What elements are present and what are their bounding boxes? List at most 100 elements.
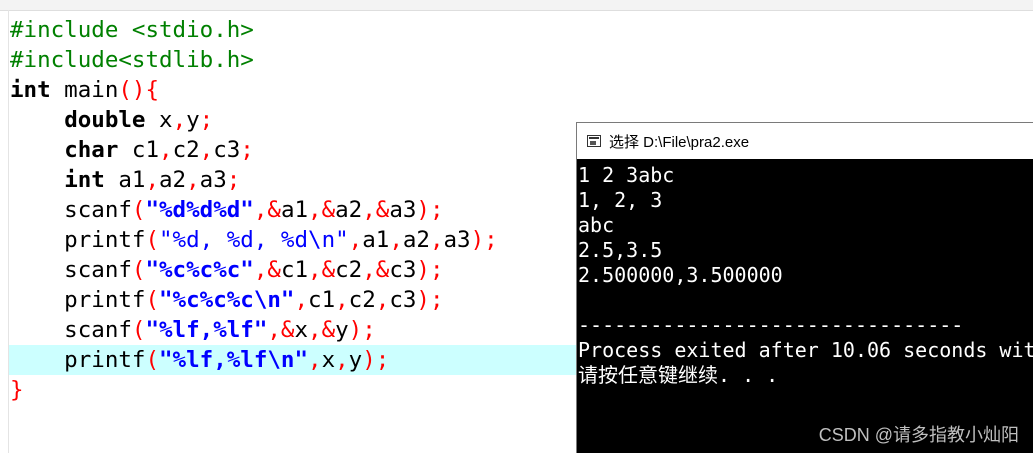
console-output-line: 请按任意键继续. . . [578,363,779,387]
code-line[interactable]: double x,y; [10,105,213,135]
code-token: ,& [362,197,390,223]
console-window[interactable]: 选择 D:\File\pra2.exe 1 2 3abc 1, 2, 3 abc 2.… [576,122,1033,453]
editor-top-bar [0,0,1033,11]
code-token: y [186,107,200,133]
code-token: a1 [362,227,390,253]
console-app-icon [587,135,601,147]
code-token: #include <stdio.h> [10,17,254,43]
code-token: a3 [443,227,471,253]
code-token: ,& [253,197,281,223]
code-token: a3 [199,167,227,193]
code-token: a2 [159,167,187,193]
csdn-watermark: CSDN @请多指教小灿阳 [818,425,1019,445]
code-token: ,& [267,317,295,343]
code-token: c1 [280,257,309,283]
code-token: "%lf,%lf\n" [159,347,309,373]
code-line-current[interactable]: printf("%lf,%lf\n",x,y); [9,345,580,375]
code-token: ( [131,197,146,223]
code-token: ( [145,287,160,313]
code-line[interactable]: #include <stdio.h> [10,15,254,45]
code-token: a2 [335,197,363,223]
code-token: a1 [104,167,146,193]
code-token: ,& [362,257,390,283]
code-token: printf [10,227,146,253]
code-token: c2 [348,287,376,313]
console-output-line: Process exited after 10.06 seconds with … [578,338,1033,362]
code-token: ,& [253,257,281,283]
code-token: x [145,107,173,133]
code-token: int [64,167,105,193]
code-line[interactable]: int main(){ [10,75,159,105]
code-token: y [348,347,363,373]
code-token: , [335,287,349,313]
code-token: ( [145,347,160,373]
code-token: printf [10,347,146,373]
code-token: char [64,137,119,163]
code-token: , [199,137,214,163]
code-token: , [172,107,187,133]
code-token: c1 [308,287,336,313]
code-token: , [335,347,349,373]
code-token: c3 [213,137,241,163]
code-token: c3 [389,257,417,283]
console-output-line: abc [578,213,615,237]
code-token: , [389,227,403,253]
code-token: ; [199,107,214,133]
code-line[interactable]: char c1,c2,c3; [10,135,254,165]
code-token: printf [10,287,146,313]
code-token: ,& [308,317,336,343]
code-token: , [145,167,160,193]
code-token: a2 [402,227,430,253]
code-token: "%lf,%lf" [145,317,268,343]
code-token: "%c%c%c\n" [159,287,295,313]
code-token: , [294,287,309,313]
console-output-line: 1 2 3abc [578,163,675,187]
code-token: , [186,167,200,193]
code-token: c2 [335,257,363,283]
code-line[interactable]: } [10,375,24,405]
console-output-line: 2.5,3.5 [578,238,663,262]
code-token: ; [240,137,254,163]
console-titlebar[interactable]: 选择 D:\File\pra2.exe [577,123,1033,159]
code-token: ); [416,197,444,223]
code-token: } [10,377,24,403]
code-token: scanf [10,257,132,283]
console-output[interactable]: 1 2 3abc 1, 2, 3 abc 2.5,3.5 2.500000,3.5000… [577,159,1033,453]
code-token: a3 [389,197,417,223]
code-line[interactable]: int a1,a2,a3; [10,165,240,195]
console-title: 选择 D:\File\pra2.exe [609,133,750,151]
code-line[interactable]: scanf("%d%d%d",&a1,&a2,&a3); [10,195,444,225]
code-token: , [429,227,444,253]
code-line[interactable]: printf("%c%c%c\n",c1,c2,c3); [10,285,444,315]
code-token: ( [131,257,146,283]
code-line[interactable]: printf("%d, %d, %d\n",a1,a2,a3); [10,225,498,255]
code-token: scanf [10,317,132,343]
code-line[interactable]: scanf("%lf,%lf",&x,&y); [10,315,376,345]
code-token: "%d, %d, %d\n" [159,227,349,253]
code-token: ,& [308,197,336,223]
console-output-line: 2.500000,3.500000 [578,263,783,287]
code-token: (){ [118,77,160,103]
code-token: ); [416,287,444,313]
code-token: , [348,227,363,253]
code-token: , [375,287,390,313]
code-token: double [64,107,146,133]
console-output-line: 1, 2, 3 [578,188,663,212]
code-token: ,& [308,257,336,283]
code-token: c2 [172,137,200,163]
code-token: x [321,347,336,373]
editor-gutter [8,10,9,453]
code-line[interactable]: #include<stdlib.h> [10,45,254,75]
code-token: main [50,77,119,103]
code-token: ; [226,167,241,193]
code-token: #include<stdlib.h> [10,47,254,73]
code-token: ); [362,347,390,373]
code-token: ); [416,257,444,283]
code-token: c3 [389,287,417,313]
code-line[interactable]: scanf("%c%c%c",&c1,&c2,&c3); [10,255,444,285]
code-token: "%d%d%d" [145,197,254,223]
code-token: scanf [10,197,132,223]
code-token: a1 [280,197,309,223]
